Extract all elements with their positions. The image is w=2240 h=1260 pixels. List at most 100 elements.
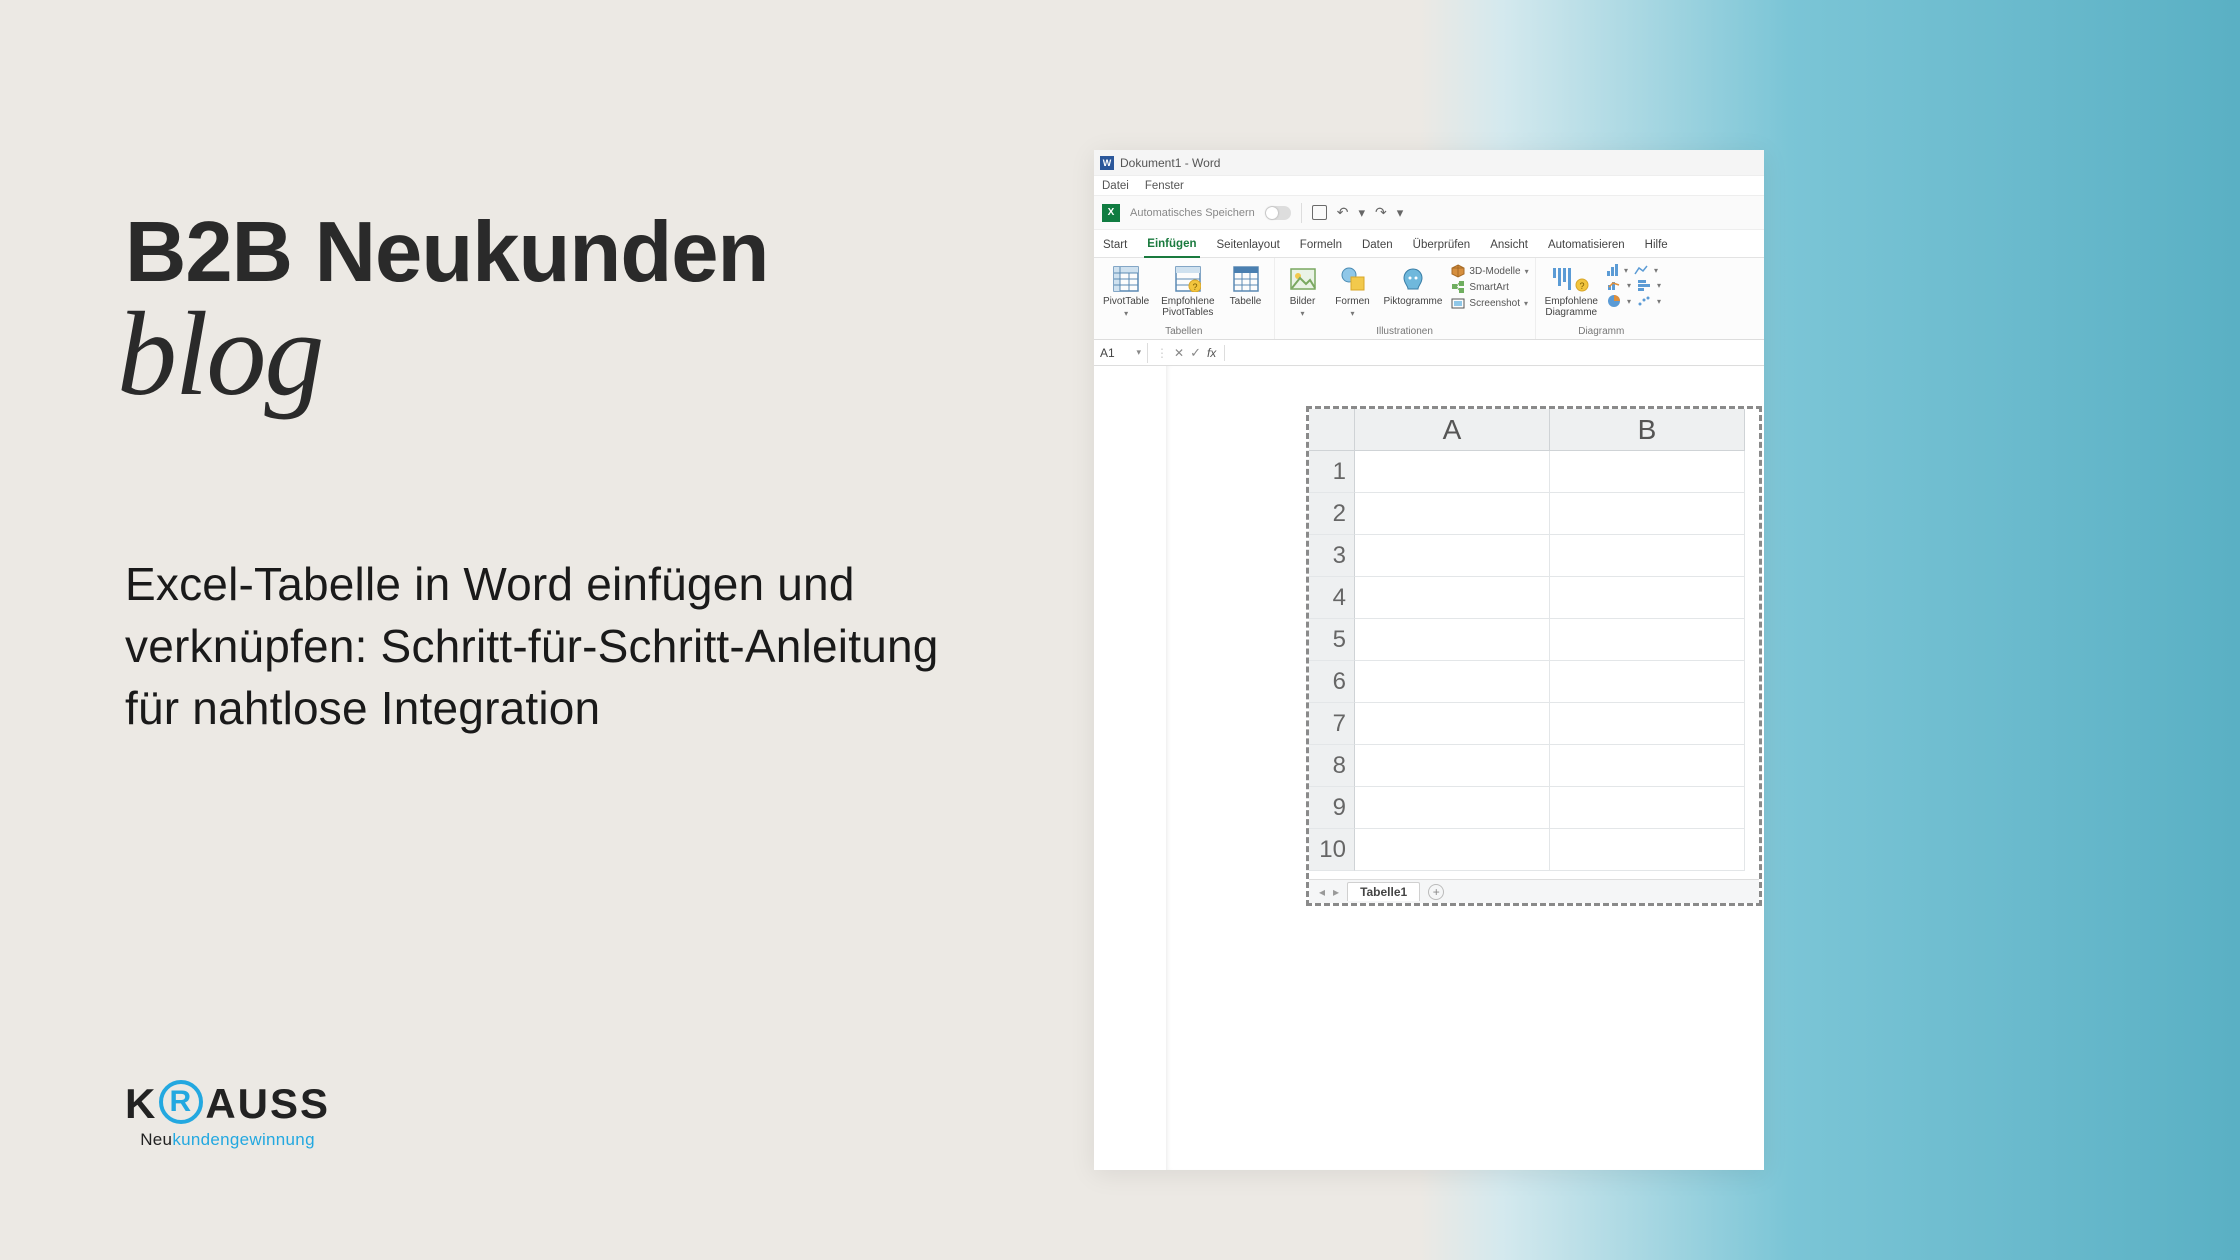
row-header[interactable]: 1 [1309,451,1355,493]
fx-icon[interactable]: fx [1207,346,1216,360]
row-header[interactable]: 5 [1309,619,1355,661]
chevron-down-icon[interactable]: ▾ [1627,281,1631,290]
cell[interactable] [1355,493,1550,535]
icons-button[interactable]: Piktogramme [1381,262,1446,309]
tab-automatisieren[interactable]: Automatisieren [1545,233,1628,257]
column-header-b[interactable]: B [1550,409,1745,451]
chevron-down-icon[interactable]: ▾ [1657,297,1661,306]
cell[interactable] [1355,703,1550,745]
cell[interactable] [1355,661,1550,703]
sheet-nav-prev-icon[interactable]: ◂ [1319,885,1325,899]
cell[interactable] [1355,619,1550,661]
row-header[interactable]: 10 [1309,829,1355,871]
pivottable-button[interactable]: PivotTable ▾ [1100,262,1152,320]
cell[interactable] [1355,577,1550,619]
sheet-nav-next-icon[interactable]: ▸ [1333,885,1339,899]
table-icon [1233,264,1259,294]
tab-daten[interactable]: Daten [1359,233,1396,257]
document-area[interactable]: A B 1 2 3 4 5 6 7 8 9 10 ◂ ▸ Tabelle1 + [1094,366,1764,1170]
3d-models-button[interactable]: 3D-Modelle ▾ [1451,264,1528,278]
line-chart-icon[interactable] [1634,264,1648,276]
undo-icon[interactable]: ↶ [1337,204,1349,221]
embedded-excel-object[interactable]: A B 1 2 3 4 5 6 7 8 9 10 ◂ ▸ Tabelle1 + [1306,406,1762,906]
tab-ansicht[interactable]: Ansicht [1487,233,1531,257]
recommended-pivots-button[interactable]: ? Empfohlene PivotTables [1158,262,1217,320]
tab-ueberpruefen[interactable]: Überprüfen [1410,233,1474,257]
logo-r-circle: R [159,1080,203,1124]
cell[interactable] [1550,745,1745,787]
cancel-icon[interactable]: ✕ [1174,346,1184,360]
chevron-down-icon[interactable]: ▾ [1627,297,1631,306]
tab-hilfe[interactable]: Hilfe [1642,233,1671,257]
chevron-down-icon[interactable]: ▾ [1624,266,1628,275]
column-chart-icon[interactable] [1607,264,1618,276]
logo-prefix: K [125,1080,157,1128]
shapes-button[interactable]: Formen ▾ [1331,262,1375,320]
cell[interactable] [1550,577,1745,619]
cell[interactable] [1550,619,1745,661]
table-button[interactable]: Tabelle [1224,262,1268,309]
save-icon[interactable] [1312,205,1327,220]
3d-models-icon [1451,264,1465,278]
tab-formeln[interactable]: Formeln [1297,233,1345,257]
row-header[interactable]: 9 [1309,787,1355,829]
select-all-corner[interactable] [1309,409,1355,451]
cell[interactable] [1355,745,1550,787]
menu-datei[interactable]: Datei [1102,180,1129,192]
sheet-tab[interactable]: Tabelle1 [1347,882,1420,901]
cell[interactable] [1355,535,1550,577]
icons-label: Piktogramme [1384,296,1443,307]
row-header[interactable]: 4 [1309,577,1355,619]
cell[interactable] [1550,703,1745,745]
screenshot-button[interactable]: Screenshot ▾ [1451,296,1528,310]
excel-icon: X [1102,204,1120,222]
cell[interactable] [1355,829,1550,871]
undo-dropdown-icon[interactable]: ▾ [1358,205,1365,221]
chevron-down-icon: ▾ [1525,267,1529,276]
row-header[interactable]: 3 [1309,535,1355,577]
shapes-icon [1340,264,1366,294]
qat-customize-icon[interactable]: ▾ [1397,205,1404,221]
enter-icon[interactable]: ✓ [1190,345,1201,361]
add-sheet-icon[interactable]: + [1428,884,1444,900]
smartart-button[interactable]: SmartArt [1451,280,1528,294]
column-header-a[interactable]: A [1355,409,1550,451]
row-header[interactable]: 7 [1309,703,1355,745]
pie-chart-icon[interactable] [1607,294,1621,308]
autosave-toggle[interactable] [1265,206,1291,220]
cell[interactable] [1550,493,1745,535]
scatter-chart-icon[interactable] [1637,295,1651,307]
chevron-down-icon[interactable]: ▾ [1657,281,1661,290]
cell[interactable] [1355,787,1550,829]
row-header[interactable]: 8 [1309,745,1355,787]
3d-models-label: 3D-Modelle [1469,266,1520,277]
bar-chart-icon[interactable] [1637,279,1651,291]
cell[interactable] [1355,451,1550,493]
tab-einfuegen[interactable]: Einfügen [1144,232,1199,258]
menu-fenster[interactable]: Fenster [1145,180,1184,192]
pictures-button[interactable]: Bilder ▾ [1281,262,1325,320]
row-header[interactable]: 2 [1309,493,1355,535]
cell[interactable] [1550,787,1745,829]
screenshot-icon [1451,296,1465,310]
tab-seitenlayout[interactable]: Seitenlayout [1214,233,1283,257]
smartart-label: SmartArt [1469,282,1508,293]
logo-suffix: AUSS [205,1080,330,1128]
row-header[interactable]: 6 [1309,661,1355,703]
recommended-charts-button[interactable]: ? Empfohlene Diagramme [1542,262,1601,320]
table-label: Tabelle [1230,296,1262,307]
name-box[interactable]: A1 ▾ [1094,343,1148,363]
cell[interactable] [1550,829,1745,871]
subtitle: Excel-Tabelle in Word einfügen und verkn… [125,553,955,739]
cell[interactable] [1550,451,1745,493]
formula-bar: A1 ▾ ⋮ ✕ ✓ fx [1094,340,1764,366]
chevron-down-icon[interactable]: ▾ [1654,266,1658,275]
cell[interactable] [1550,535,1745,577]
combo-chart-icon[interactable] [1607,279,1621,291]
cell[interactable] [1550,661,1745,703]
formula-input[interactable] [1225,340,1764,365]
tab-start[interactable]: Start [1100,233,1130,257]
redo-icon[interactable]: ↷ [1375,204,1387,221]
svg-text:?: ? [1192,282,1197,292]
autosave-label: Automatisches Speichern [1130,207,1255,219]
